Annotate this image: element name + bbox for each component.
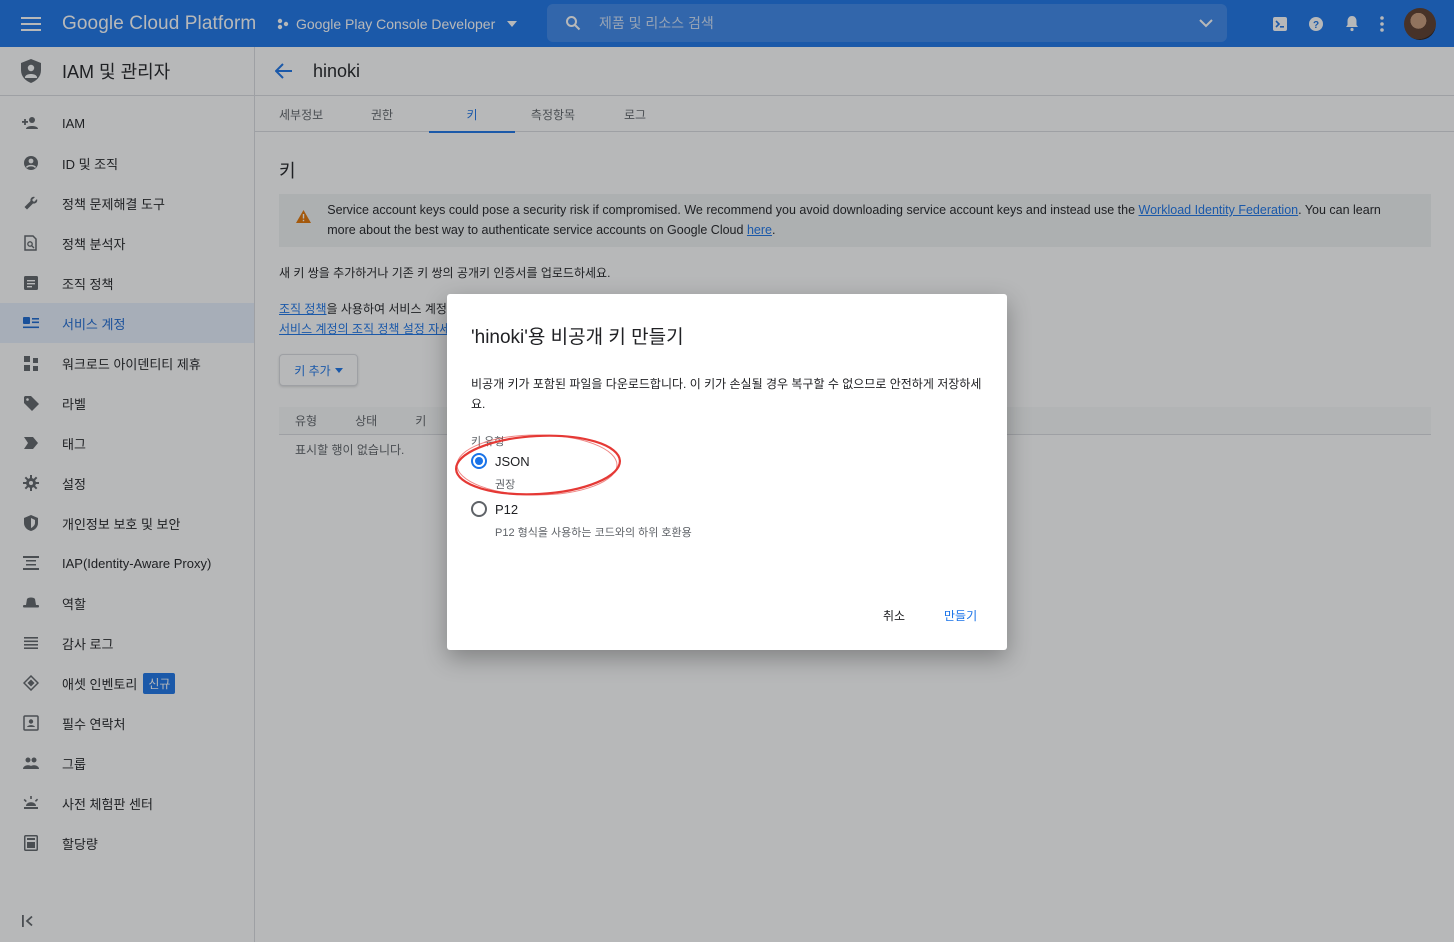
p12-label: P12: [495, 501, 519, 517]
p12-sublabel: P12 형식을 사용하는 코드와의 하위 호환용: [495, 527, 692, 539]
cancel-button[interactable]: 취소: [883, 607, 905, 624]
dialog-title: 'hinoki'용 비공개 키 만들기: [471, 327, 684, 348]
p12-option[interactable]: P12: [471, 501, 518, 517]
create-button[interactable]: 만들기: [944, 607, 977, 624]
p12-radio[interactable]: [471, 501, 487, 517]
dialog-description: 비공개 키가 포함된 파일을 다운로드합니다. 이 키가 손실될 경우 복구할 …: [471, 377, 982, 411]
annotation-circle: [454, 434, 622, 496]
